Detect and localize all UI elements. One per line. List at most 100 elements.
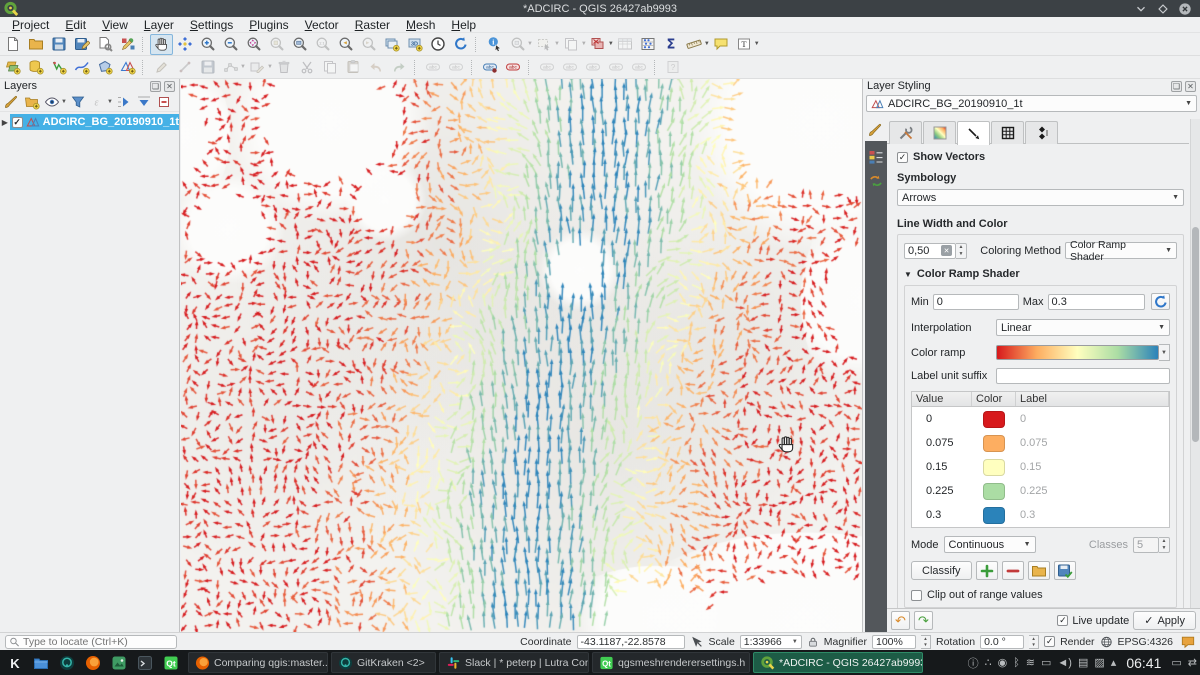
symbology-combobox[interactable]: Arrows ▼ (897, 189, 1184, 206)
magnifier-field[interactable]: 100% (872, 635, 916, 649)
line-width-stepper[interactable]: ▲▼ (956, 243, 967, 259)
identify-features-button[interactable]: i (483, 34, 506, 55)
open-layer-styling-panel-button[interactable] (3, 94, 21, 111)
measure-line-button[interactable] (683, 34, 706, 55)
cell-color[interactable] (972, 507, 1016, 524)
tab-mesh-settings[interactable] (889, 121, 922, 144)
lock-icon[interactable] (807, 635, 819, 648)
symbology-strip-icon[interactable] (865, 119, 887, 141)
extents-icon[interactable] (690, 635, 704, 649)
menu-edit[interactable]: Edit (57, 18, 94, 32)
table-row[interactable]: 0.2250.225 (912, 479, 1169, 503)
remove-value-button[interactable] (1002, 561, 1024, 580)
open-project-button[interactable] (24, 34, 47, 55)
add-vector-layer-button[interactable] (24, 57, 47, 78)
color-swatch[interactable] (983, 483, 1005, 500)
menu-help[interactable]: Help (443, 18, 484, 32)
layers-panel-float-icon[interactable]: ❏ (150, 81, 161, 92)
layers-panel-close-icon[interactable]: ✕ (164, 81, 175, 92)
terminal-icon[interactable] (133, 652, 157, 674)
filter-legend-button[interactable] (69, 94, 87, 111)
add-delimited-text-layer-button[interactable] (47, 57, 70, 78)
menu-raster[interactable]: Raster (347, 18, 398, 32)
map-tips-button[interactable] (710, 34, 733, 55)
task-button[interactable]: Comparing qgis:master...vcl... (188, 652, 328, 673)
new-map-view-button[interactable] (380, 34, 403, 55)
new-3d-map-view-button[interactable]: 3D (403, 34, 426, 55)
scale-combobox[interactable]: 1:33966▼ (740, 635, 802, 649)
add-value-button[interactable] (976, 561, 998, 580)
bluetooth-icon[interactable]: ᛒ (1013, 657, 1020, 669)
render-checkbox[interactable] (1044, 636, 1055, 647)
clipboard-icon[interactable]: ▤ (1078, 656, 1088, 669)
diagrams-button[interactable]: abc (502, 57, 525, 78)
coloring-method-combobox[interactable]: Color Ramp Shader ▼ (1065, 242, 1177, 259)
layer-row[interactable]: ▶ ADCIRC_BG_20190910_1t (0, 114, 179, 130)
status-circle-icon[interactable]: ◉ (998, 656, 1008, 669)
volume-icon[interactable]: ◄) (1057, 657, 1072, 669)
min-input[interactable]: 0 (933, 294, 1019, 310)
chevron-down-icon[interactable]: ▼ (61, 99, 67, 105)
menu-vector[interactable]: Vector (297, 18, 347, 32)
chevron-down-icon[interactable]: ▼ (754, 41, 760, 47)
styling-panel-float-icon[interactable]: ❏ (1171, 81, 1182, 92)
chevron-down-icon[interactable]: ▼ (608, 41, 614, 47)
undo-button[interactable]: ↶ (891, 611, 910, 630)
menu-view[interactable]: View (94, 18, 136, 32)
menu-plugins[interactable]: Plugins (241, 18, 296, 32)
temporal-controller-panel-button[interactable] (426, 34, 449, 55)
coordinate-field[interactable]: -43.1187,-22.8578 (577, 635, 685, 649)
screenshot-icon[interactable]: ▨ (1094, 656, 1104, 669)
window-switch-icon[interactable]: ⇄ (1188, 656, 1197, 669)
cell-color[interactable] (972, 411, 1016, 428)
styling-panel-close-icon[interactable]: ✕ (1185, 81, 1196, 92)
collapse-all-button[interactable] (135, 94, 153, 111)
statistical-summary-button[interactable]: Σ (660, 34, 683, 55)
processing-toolbox-button[interactable] (637, 34, 660, 55)
styling-scrollbar[interactable] (1190, 119, 1200, 608)
remove-layer-button[interactable] (155, 94, 173, 111)
tab-stacked-mesh-averaging[interactable] (1025, 121, 1058, 144)
new-project-button[interactable] (1, 34, 24, 55)
color-swatch[interactable] (983, 459, 1005, 476)
zoom-out-button[interactable] (219, 34, 242, 55)
column-header-value[interactable]: Value (912, 392, 972, 406)
load-color-map-button[interactable] (1028, 561, 1050, 580)
open-data-source-manager-button[interactable] (1, 57, 24, 78)
zoom-to-layer-button[interactable] (288, 34, 311, 55)
pan-to-selection-button[interactable] (173, 34, 196, 55)
magnifier-stepper[interactable]: ▲▼ (921, 635, 931, 649)
add-spatialite-layer-button[interactable] (93, 57, 116, 78)
task-button[interactable]: Slack | * peterp | Lutra Con... (439, 652, 589, 673)
text-annotation-button[interactable]: T (733, 34, 756, 55)
tab-vectors[interactable] (957, 121, 990, 145)
zoom-full-button[interactable] (242, 34, 265, 55)
tab-rendering[interactable] (991, 121, 1024, 144)
rotation-stepper[interactable]: ▲▼ (1029, 635, 1039, 649)
redo-button[interactable]: ↷ (914, 611, 933, 630)
menu-mesh[interactable]: Mesh (398, 18, 443, 32)
color-swatch[interactable] (983, 435, 1005, 452)
live-update-checkbox[interactable] (1057, 615, 1068, 626)
qt-creator-icon[interactable]: Qt (159, 652, 183, 674)
save-color-map-button[interactable] (1054, 561, 1076, 580)
manage-map-themes-button[interactable] (43, 94, 61, 111)
color-ramp-bar[interactable] (996, 345, 1159, 360)
clip-out-of-range-checkbox[interactable] (911, 590, 922, 601)
locator-input[interactable] (23, 636, 163, 648)
messages-icon[interactable] (1181, 635, 1195, 649)
cell-color[interactable] (972, 483, 1016, 500)
menu-project[interactable]: Project (4, 18, 57, 32)
refresh-map-button[interactable] (449, 34, 472, 55)
file-manager-icon[interactable] (29, 652, 53, 674)
color-swatch[interactable] (983, 411, 1005, 428)
color-ramp-shader-collapser[interactable]: ▼ Color Ramp Shader (904, 268, 1177, 280)
table-row[interactable]: 0.30.3 (912, 503, 1169, 527)
apply-button[interactable]: ✓Apply (1133, 611, 1196, 630)
clear-icon[interactable]: ✕ (941, 245, 952, 256)
legend-strip-icon[interactable] (868, 149, 884, 165)
cell-color[interactable] (972, 459, 1016, 476)
mode-combobox[interactable]: Continuous ▼ (944, 536, 1036, 553)
zoom-in-button[interactable] (196, 34, 219, 55)
interpolation-combobox[interactable]: Linear ▼ (996, 319, 1170, 336)
